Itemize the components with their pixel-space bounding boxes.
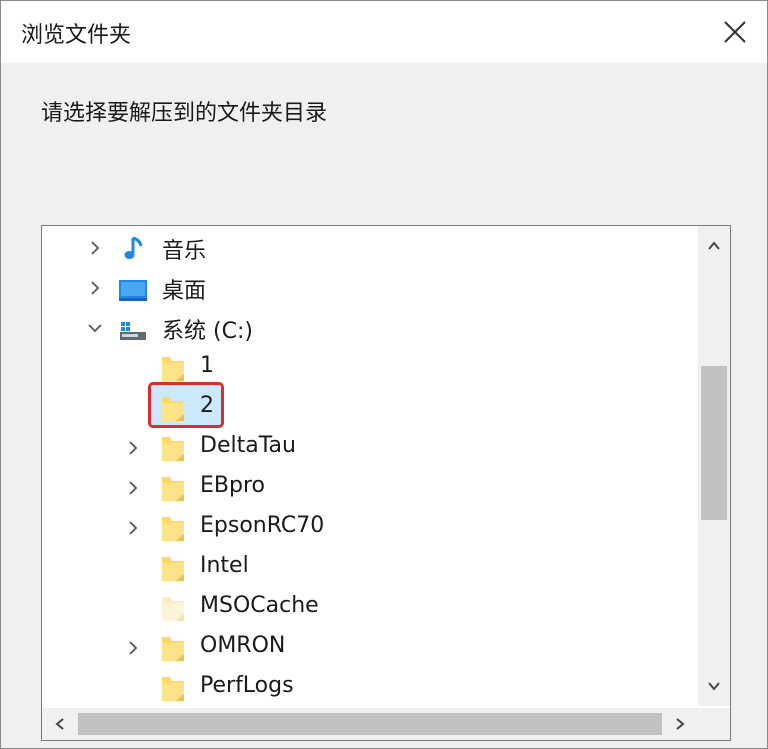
close-icon <box>724 21 746 43</box>
tree-item-folder-2[interactable]: 2 <box>42 388 698 428</box>
chevron-right-icon[interactable] <box>124 439 142 457</box>
music-note-icon <box>120 234 150 264</box>
tree-item-label: OMRON <box>200 633 286 658</box>
chevron-right-icon[interactable] <box>124 479 142 497</box>
chevron-down-icon <box>708 682 720 691</box>
tree-item-label: 2 <box>200 393 214 418</box>
window-title: 浏览文件夹 <box>21 23 132 48</box>
tree-item-music[interactable]: 音乐 <box>42 228 698 268</box>
vertical-scrollbar[interactable] <box>698 226 730 706</box>
folder-icon <box>158 594 188 624</box>
close-button[interactable] <box>703 1 767 63</box>
tree-item-label: 系统 (C:) <box>162 319 253 344</box>
folder-icon <box>158 354 188 384</box>
tree-item-omron[interactable]: OMRON <box>42 628 698 668</box>
browse-folder-dialog: 浏览文件夹 请选择要解压到的文件夹目录 音乐 桌面 系统 (C:) 1 2 De… <box>0 0 768 749</box>
tree-item-intel[interactable]: Intel <box>42 548 698 588</box>
tree-item-label: MSOCache <box>200 593 319 618</box>
tree-item-label: 1 <box>200 353 214 378</box>
tree-item-ebpro[interactable]: EBpro <box>42 468 698 508</box>
chevron-right-icon[interactable] <box>124 639 142 657</box>
tree-item-label: 音乐 <box>162 239 207 264</box>
chevron-right-icon[interactable] <box>86 239 104 257</box>
horizontal-scrollbar[interactable] <box>42 708 698 740</box>
tree-item-system-drive[interactable]: 系统 (C:) <box>42 308 698 348</box>
chevron-right-icon[interactable] <box>86 279 104 297</box>
vertical-scroll-thumb[interactable] <box>701 366 727 520</box>
instruction-text: 请选择要解压到的文件夹目录 <box>41 101 328 126</box>
tree-item-label: DeltaTau <box>200 433 296 458</box>
folder-icon <box>158 434 188 464</box>
tree-item-perflogs[interactable]: PerfLogs <box>42 668 698 708</box>
scroll-down-button[interactable] <box>698 666 730 706</box>
scroll-left-button[interactable] <box>42 708 78 740</box>
title-bar: 浏览文件夹 <box>1 1 767 63</box>
drive-icon <box>118 314 148 344</box>
tree-item-epsonrc70[interactable]: EpsonRC70 <box>42 508 698 548</box>
scrollbar-corner <box>698 708 730 740</box>
folder-tree[interactable]: 音乐 桌面 系统 (C:) 1 2 DeltaTau EBpro EpsonRC… <box>41 225 731 741</box>
tree-item-label: PerfLogs <box>200 673 294 698</box>
tree-item-label: 桌面 <box>162 279 207 304</box>
horizontal-scroll-thumb[interactable] <box>78 713 662 735</box>
scroll-right-button[interactable] <box>662 708 698 740</box>
folder-icon <box>158 634 188 664</box>
folder-icon <box>158 474 188 504</box>
tree-item-deltatau[interactable]: DeltaTau <box>42 428 698 468</box>
folder-icon <box>158 514 188 544</box>
tree-item-folder-1[interactable]: 1 <box>42 348 698 388</box>
tree-item-desktop[interactable]: 桌面 <box>42 268 698 308</box>
chevron-right-icon[interactable] <box>124 519 142 537</box>
tree-item-label: EBpro <box>200 473 265 498</box>
tree-item-label: EpsonRC70 <box>200 513 325 538</box>
scroll-up-button[interactable] <box>698 226 730 266</box>
chevron-down-icon[interactable] <box>86 319 104 337</box>
folder-icon <box>158 674 188 704</box>
folder-icon <box>158 394 188 424</box>
tree-item-msocache[interactable]: MSOCache <box>42 588 698 628</box>
desktop-icon <box>118 274 148 304</box>
chevron-up-icon <box>708 241 720 250</box>
chevron-left-icon <box>55 718 64 730</box>
chevron-right-icon <box>676 718 685 730</box>
tree-item-label: Intel <box>200 553 249 578</box>
folder-icon <box>158 554 188 584</box>
